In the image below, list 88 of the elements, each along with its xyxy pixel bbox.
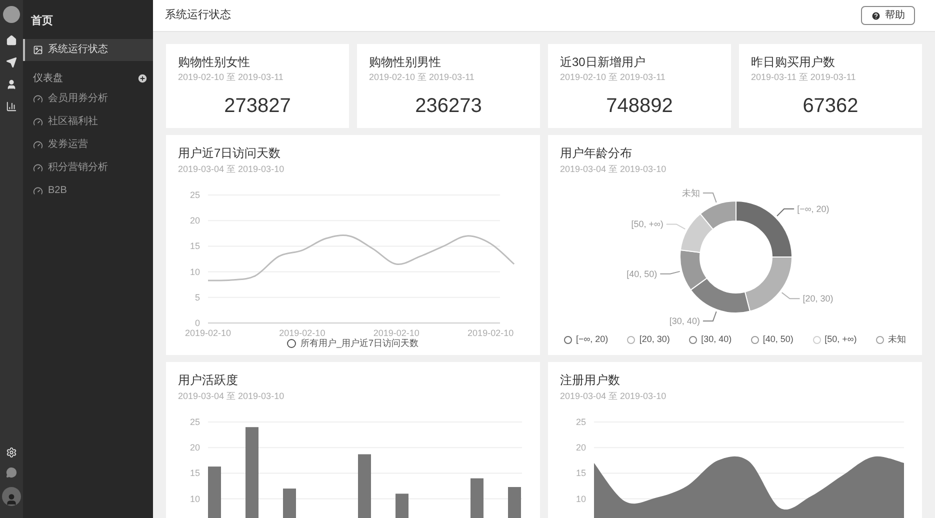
- axis-tick-label: 25: [576, 417, 586, 427]
- legend-label[interactable]: [20, 30): [639, 333, 670, 346]
- gauge-icon: [33, 94, 43, 104]
- stat-date-range: 2019-02-10 至 2019-03-11: [178, 71, 284, 83]
- legend-label[interactable]: 未知: [888, 333, 906, 346]
- page-title: 系统运行状态: [165, 8, 231, 24]
- leader-line: [702, 192, 717, 203]
- help-icon: [871, 10, 881, 20]
- axis-tick-label: 15: [190, 468, 200, 478]
- chart-title: 用户活跃度: [178, 372, 239, 388]
- slice-label: [30, 40): [669, 316, 700, 326]
- legend-marker-icon: [287, 339, 296, 348]
- legend-label[interactable]: [30, 40): [701, 333, 732, 346]
- legend-label[interactable]: 所有用户_用户近7日访问天数: [300, 337, 418, 350]
- chart-date-range: 2019-03-04 至 2019-03-10: [560, 163, 668, 175]
- chart-title: 注册用户数: [560, 372, 621, 388]
- axis-tick-label: 15: [576, 468, 586, 478]
- slice-label: [20, 30): [802, 294, 834, 304]
- slice-label: [50, +∞): [631, 219, 664, 230]
- bar-chart-icon[interactable]: [6, 101, 17, 112]
- stat-value: 273827: [223, 94, 292, 119]
- axis-tick-label: 10: [190, 266, 200, 277]
- leader-line: [702, 311, 717, 322]
- nav-item[interactable]: 社区福利社: [23, 110, 153, 132]
- axis-tick-label: 25: [190, 190, 200, 200]
- chart-title: 用户近7日访问天数: [178, 145, 282, 161]
- stat-title: 昨日购买用户数: [751, 54, 836, 70]
- send-icon[interactable]: [6, 57, 17, 68]
- logo-icon: [3, 6, 20, 23]
- stat-title: 购物性别女性: [178, 54, 251, 70]
- stat-title: 近30日新增用户: [560, 54, 646, 70]
- bar: [470, 478, 484, 518]
- chart-title: 用户年龄分布: [560, 145, 633, 161]
- axis-tick-label: 20: [576, 442, 586, 453]
- add-icon[interactable]: [137, 72, 148, 84]
- legend-label[interactable]: [40, 50): [762, 333, 794, 346]
- user-icon[interactable]: [6, 79, 17, 90]
- home-icon[interactable]: [6, 35, 17, 46]
- bar: [508, 487, 521, 518]
- nav-item[interactable]: 会员用券分析: [23, 88, 153, 110]
- bar: [396, 494, 408, 518]
- gauge-icon: [33, 116, 43, 126]
- nav-item[interactable]: 发券运营: [23, 134, 153, 156]
- axis-tick-label: 5: [194, 292, 200, 302]
- axis-tick-label: 2019-02-10: [184, 328, 232, 338]
- stat-value: 67362: [802, 94, 860, 119]
- stat-date-range: 2019-02-10 至 2019-03-11: [369, 71, 476, 83]
- stat-value: 236273: [414, 94, 483, 119]
- section-title: 仪表盘: [33, 72, 63, 86]
- chart-date-range: 2019-03-04 至 2019-03-10: [560, 390, 668, 402]
- axis-tick-label: 25: [190, 417, 200, 427]
- chart-date-range: 2019-03-04 至 2019-03-10: [178, 390, 286, 402]
- nav-item[interactable]: 积分营销分析: [23, 156, 153, 178]
- legend-label[interactable]: [−∞, 20): [576, 333, 608, 346]
- bar: [283, 488, 296, 518]
- avatar-icon[interactable]: [2, 487, 21, 506]
- gauge-icon: [33, 140, 43, 150]
- axis-tick-label: 2019-02-10: [279, 328, 326, 338]
- nav-item[interactable]: B2B: [23, 180, 153, 202]
- gauge-icon: [33, 162, 43, 172]
- sidebar-title: 首页: [30, 14, 54, 29]
- stat-title: 购物性别男性: [369, 54, 442, 70]
- chart-date-range: 2019-03-04 至 2019-03-10: [178, 163, 286, 175]
- stat-date-range: 2019-02-10 至 2019-03-11: [560, 71, 666, 83]
- stat-date-range: 2019-03-11 至 2019-03-11: [751, 71, 857, 83]
- axis-tick-label: 15: [190, 241, 200, 252]
- leader-line: [781, 292, 800, 300]
- bar: [358, 454, 371, 518]
- axis-tick-label: 20: [190, 442, 200, 453]
- leader-line: [776, 208, 795, 216]
- slice-label: [−∞, 20): [797, 204, 830, 214]
- settings-icon[interactable]: [6, 447, 17, 458]
- slice-label: 未知: [682, 188, 700, 198]
- chat-icon[interactable]: [6, 467, 17, 478]
- axis-tick-label: 10: [190, 494, 200, 504]
- axis-tick-label: 20: [190, 216, 200, 226]
- axis-tick-label: 2019-02-10: [468, 328, 514, 338]
- stat-value: 748892: [605, 94, 674, 119]
- slice-label: [40, 50): [626, 268, 658, 279]
- nav-item[interactable]: 系统运行状态: [23, 38, 153, 60]
- gauge-icon: [33, 186, 43, 196]
- help-button[interactable]: 帮助: [861, 6, 915, 25]
- legend-label[interactable]: [50, +∞): [824, 333, 857, 346]
- leader-line: [660, 270, 680, 274]
- axis-tick-label: 10: [576, 494, 586, 504]
- leader-line: [666, 224, 686, 230]
- axis-tick-label: 0: [194, 318, 200, 328]
- axis-tick-label: 2019-02-10: [373, 328, 420, 338]
